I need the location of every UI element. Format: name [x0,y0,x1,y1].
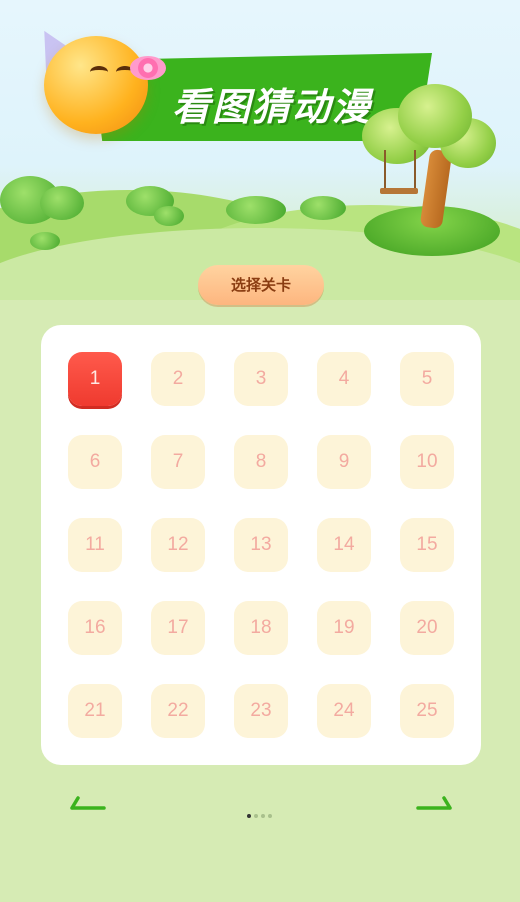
level-button[interactable]: 25 [400,684,454,738]
arrow-right-icon[interactable] [416,796,452,810]
level-button[interactable]: 3 [234,352,288,406]
hero-illustration: 看图猜动漫 [0,0,520,300]
level-card: 1 2 3 4 5 6 7 8 9 10 11 12 13 14 15 16 17 18 19 20 21 22 23 24 2… [41,325,481,765]
level-button[interactable]: 14 [317,518,371,572]
level-button[interactable]: 8 [234,435,288,489]
level-grid: 1 2 3 4 5 6 7 8 9 10 11 12 13 14 15 16 17 18 19 20 21 22 23 24 2… [68,352,456,740]
level-button[interactable]: 13 [234,518,288,572]
pagination-dot[interactable] [261,814,265,818]
party-emoji-icon [44,36,148,134]
level-button[interactable]: 11 [68,518,122,572]
swing-icon [380,188,418,194]
pagination-dot[interactable] [268,814,272,818]
level-button[interactable]: 21 [68,684,122,738]
level-button[interactable]: 5 [400,352,454,406]
level-button[interactable]: 18 [234,601,288,655]
page-title: 看图猜动漫 [172,85,373,129]
level-button[interactable]: 19 [317,601,371,655]
level-button[interactable]: 23 [234,684,288,738]
level-button[interactable]: 20 [400,601,454,655]
level-button[interactable]: 24 [317,684,371,738]
level-button[interactable]: 17 [151,601,205,655]
level-button[interactable]: 16 [68,601,122,655]
select-level-label: 选择关卡 [198,265,324,305]
level-button[interactable]: 7 [151,435,205,489]
pagination-dot[interactable] [254,814,258,818]
pagination-dot[interactable] [247,814,251,818]
level-button[interactable]: 12 [151,518,205,572]
pagination-dots [247,803,275,818]
level-button[interactable]: 10 [400,435,454,489]
arrow-left-icon[interactable] [70,796,106,810]
level-button[interactable]: 15 [400,518,454,572]
party-horn-icon [130,56,166,80]
level-button[interactable]: 22 [151,684,205,738]
level-button[interactable]: 6 [68,435,122,489]
level-button[interactable]: 1 [68,352,122,406]
level-button[interactable]: 9 [317,435,371,489]
level-button[interactable]: 4 [317,352,371,406]
level-button[interactable]: 2 [151,352,205,406]
